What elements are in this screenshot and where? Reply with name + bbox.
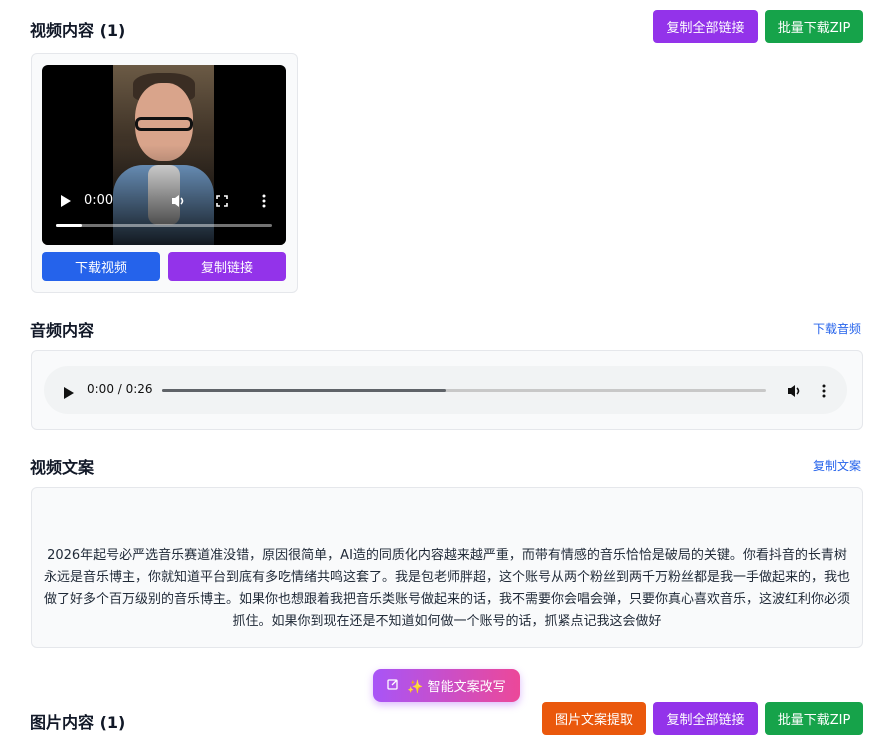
play-icon[interactable] — [60, 194, 72, 212]
volume-icon[interactable] — [787, 383, 803, 402]
video-transcript: 2026年起号必严选音乐赛道准没错，原因很简单，AI造的同质化内容越来越严重，而… — [43, 548, 850, 629]
ai-rewrite-button[interactable]: ✨ 智能文案改写 — [373, 669, 520, 702]
audio-player[interactable]: 0:00 / 0:26 — [44, 366, 847, 414]
video-player[interactable]: 0:00 — [42, 65, 286, 245]
copy-text-link[interactable]: 复制文案 — [813, 457, 861, 474]
copy-video-link-button[interactable]: 复制链接 — [168, 252, 286, 281]
copy-all-video-links-button[interactable]: 复制全部链接 — [653, 10, 758, 43]
audio-time: 0:00 / 0:26 — [87, 382, 153, 396]
video-time: 0:00 — [84, 193, 114, 208]
image-text-extract-button[interactable]: 图片文案提取 — [542, 702, 646, 735]
text-section-title: 视频文案 — [30, 458, 95, 477]
more-vert-icon[interactable] — [822, 383, 826, 402]
play-icon[interactable] — [64, 384, 74, 403]
audio-progress-bar[interactable] — [162, 389, 766, 392]
fullscreen-icon[interactable] — [216, 195, 228, 211]
edit-icon — [387, 678, 399, 694]
more-vert-icon[interactable] — [262, 194, 266, 212]
ai-rewrite-label: ✨ 智能文案改写 — [407, 680, 506, 695]
volume-icon[interactable] — [171, 194, 187, 212]
download-video-zip-button[interactable]: 批量下载ZIP — [765, 10, 863, 43]
image-section-title: 图片内容 (1) — [30, 713, 126, 732]
audio-section-title: 音频内容 — [30, 321, 95, 340]
copy-all-image-links-button[interactable]: 复制全部链接 — [653, 702, 758, 735]
video-section-title: 视频内容 (1) — [30, 21, 126, 40]
download-video-button[interactable]: 下载视频 — [42, 252, 160, 281]
download-audio-link[interactable]: 下载音频 — [813, 320, 861, 337]
download-image-zip-button[interactable]: 批量下载ZIP — [765, 702, 863, 735]
video-progress-bar[interactable] — [56, 224, 272, 227]
